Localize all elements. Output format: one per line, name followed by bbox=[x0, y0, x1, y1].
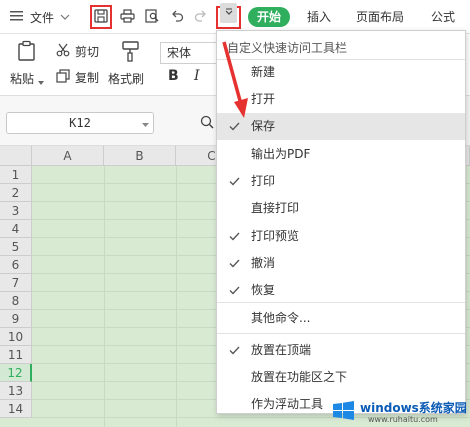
hamburger-icon bbox=[10, 10, 24, 25]
menu-item[interactable]: 撤消 bbox=[217, 250, 465, 277]
watermark-url: www.ruhaitu.com bbox=[368, 415, 438, 424]
undo-icon bbox=[171, 10, 184, 25]
windows-logo-icon bbox=[333, 401, 354, 420]
print-preview-icon bbox=[145, 8, 160, 26]
chevron-down-icon bbox=[142, 114, 149, 134]
cut-button[interactable]: 剪切 bbox=[56, 42, 106, 60]
menu-item-label: 其他命令... bbox=[251, 311, 311, 325]
tab-formula[interactable]: 公式 bbox=[431, 7, 455, 27]
row-header[interactable]: 13 bbox=[0, 382, 32, 400]
menu-item-label: 作为浮动工具 bbox=[251, 397, 324, 411]
menu-item[interactable]: 直接打印 bbox=[217, 195, 465, 222]
select-all-corner[interactable] bbox=[0, 146, 32, 166]
menu-item[interactable]: 其他命令... bbox=[217, 305, 465, 332]
checkmark-icon bbox=[229, 337, 240, 364]
menu-item[interactable]: 放置在顶端 bbox=[217, 337, 465, 364]
bold-button[interactable]: B bbox=[168, 68, 179, 84]
save-button[interactable] bbox=[94, 0, 108, 34]
row-header[interactable]: 9 bbox=[0, 310, 32, 328]
menu-separator bbox=[217, 333, 465, 334]
paintbrush-icon bbox=[120, 40, 142, 65]
checkmark-icon bbox=[229, 250, 240, 277]
menu-item-label: 打印 bbox=[251, 174, 276, 188]
row-header[interactable]: 1 bbox=[0, 166, 32, 184]
copy-icon bbox=[56, 69, 70, 86]
menu-item-label: 打开 bbox=[251, 92, 276, 106]
menu-item[interactable]: 新建 bbox=[217, 59, 465, 86]
checkmark-icon bbox=[229, 223, 240, 250]
clipboard-icon bbox=[16, 40, 38, 65]
menu-item-label: 输出为PDF bbox=[251, 147, 311, 161]
chevron-down-icon bbox=[38, 75, 44, 89]
menu-item-label: 新建 bbox=[251, 65, 276, 79]
menu-item[interactable]: 打印 bbox=[217, 168, 465, 195]
printer-icon bbox=[120, 8, 135, 26]
format-painter-button[interactable]: 格式刷 bbox=[108, 38, 154, 90]
menu-item[interactable]: 打开 bbox=[217, 86, 465, 113]
row-header[interactable]: 2 bbox=[0, 184, 32, 202]
menu-item-label: 放置在功能区之下 bbox=[251, 370, 348, 384]
customize-toolbar-dropdown[interactable] bbox=[220, 3, 237, 23]
redo-icon bbox=[194, 10, 207, 25]
font-name-select[interactable]: 宋体 bbox=[160, 42, 220, 64]
column-header[interactable]: B bbox=[104, 146, 176, 166]
format-painter-label: 格式刷 bbox=[108, 72, 145, 86]
copy-label: 复制 bbox=[75, 71, 100, 85]
row-header[interactable]: 14 bbox=[0, 400, 32, 418]
row-header[interactable]: 8 bbox=[0, 292, 32, 310]
tab-insert[interactable]: 插入 bbox=[307, 7, 331, 27]
row-header[interactable]: 6 bbox=[0, 256, 32, 274]
menu-item[interactable]: 输出为PDF bbox=[217, 141, 465, 168]
menu-item-label: 恢复 bbox=[251, 283, 276, 297]
dropdown-arrow-icon bbox=[224, 6, 234, 20]
row-header[interactable]: 3 bbox=[0, 202, 32, 220]
menu-item[interactable]: 放置在功能区之下 bbox=[217, 364, 465, 391]
file-menu-button[interactable]: 文件 bbox=[10, 0, 70, 34]
menu-item-label: 直接打印 bbox=[251, 201, 300, 215]
grid-line bbox=[176, 166, 177, 427]
paste-button[interactable]: 粘贴 bbox=[10, 38, 46, 90]
row-header[interactable]: 7 bbox=[0, 274, 32, 292]
chevron-down-icon bbox=[60, 10, 70, 24]
row-header[interactable]: 11 bbox=[0, 346, 32, 364]
row-header[interactable]: 5 bbox=[0, 238, 32, 256]
print-button[interactable] bbox=[120, 0, 135, 34]
tab-page-layout[interactable]: 页面布局 bbox=[356, 7, 404, 27]
row-header[interactable]: 10 bbox=[0, 328, 32, 346]
cell-reference: K12 bbox=[69, 116, 91, 130]
menu-item-label: 放置在顶端 bbox=[251, 343, 312, 357]
menu-separator bbox=[217, 302, 465, 303]
scissors-icon bbox=[56, 43, 70, 60]
italic-button[interactable]: I bbox=[194, 68, 200, 84]
menu-item-label: 撤消 bbox=[251, 256, 276, 270]
redo-button[interactable] bbox=[194, 0, 207, 34]
row-header[interactable]: 4 bbox=[0, 220, 32, 238]
menu-item[interactable]: 打印预览 bbox=[217, 223, 465, 250]
menu-item-label: 打印预览 bbox=[251, 229, 300, 243]
watermark-brand: windows系统家园 bbox=[360, 401, 467, 415]
save-icon bbox=[94, 8, 108, 26]
zoom-search-icon[interactable] bbox=[200, 115, 214, 132]
tab-start[interactable]: 开始 bbox=[248, 7, 290, 27]
watermark-logo: windows系统家园 www.ruhaitu.com bbox=[330, 394, 470, 427]
quick-access-toolbar: 文件 开始 插入 页面布局 公式 bbox=[0, 0, 470, 34]
grid-line bbox=[104, 166, 105, 427]
menu-item[interactable]: 恢复 bbox=[217, 277, 465, 304]
red-arrow-annotation bbox=[222, 41, 248, 118]
undo-button[interactable] bbox=[171, 0, 184, 34]
print-preview-button[interactable] bbox=[145, 0, 160, 34]
name-box[interactable]: K12 bbox=[6, 112, 154, 134]
checkmark-icon bbox=[229, 277, 240, 304]
paste-label: 粘贴 bbox=[10, 72, 35, 86]
customize-quick-access-menu: 自定义快速访问工具栏 新建 打开 保存 输出为PDF 打印 直接打印 打印预览 撤消 恢复 其他命… bbox=[216, 30, 466, 414]
copy-button[interactable]: 复制 bbox=[56, 68, 106, 86]
column-header[interactable]: A bbox=[32, 146, 104, 166]
menu-item[interactable]: 保存 bbox=[217, 113, 465, 140]
row-header[interactable]: 12 bbox=[0, 364, 32, 382]
file-menu-label: 文件 bbox=[30, 10, 55, 25]
menu-item-label: 保存 bbox=[251, 119, 276, 133]
checkmark-icon bbox=[229, 168, 240, 195]
cut-label: 剪切 bbox=[75, 45, 100, 59]
